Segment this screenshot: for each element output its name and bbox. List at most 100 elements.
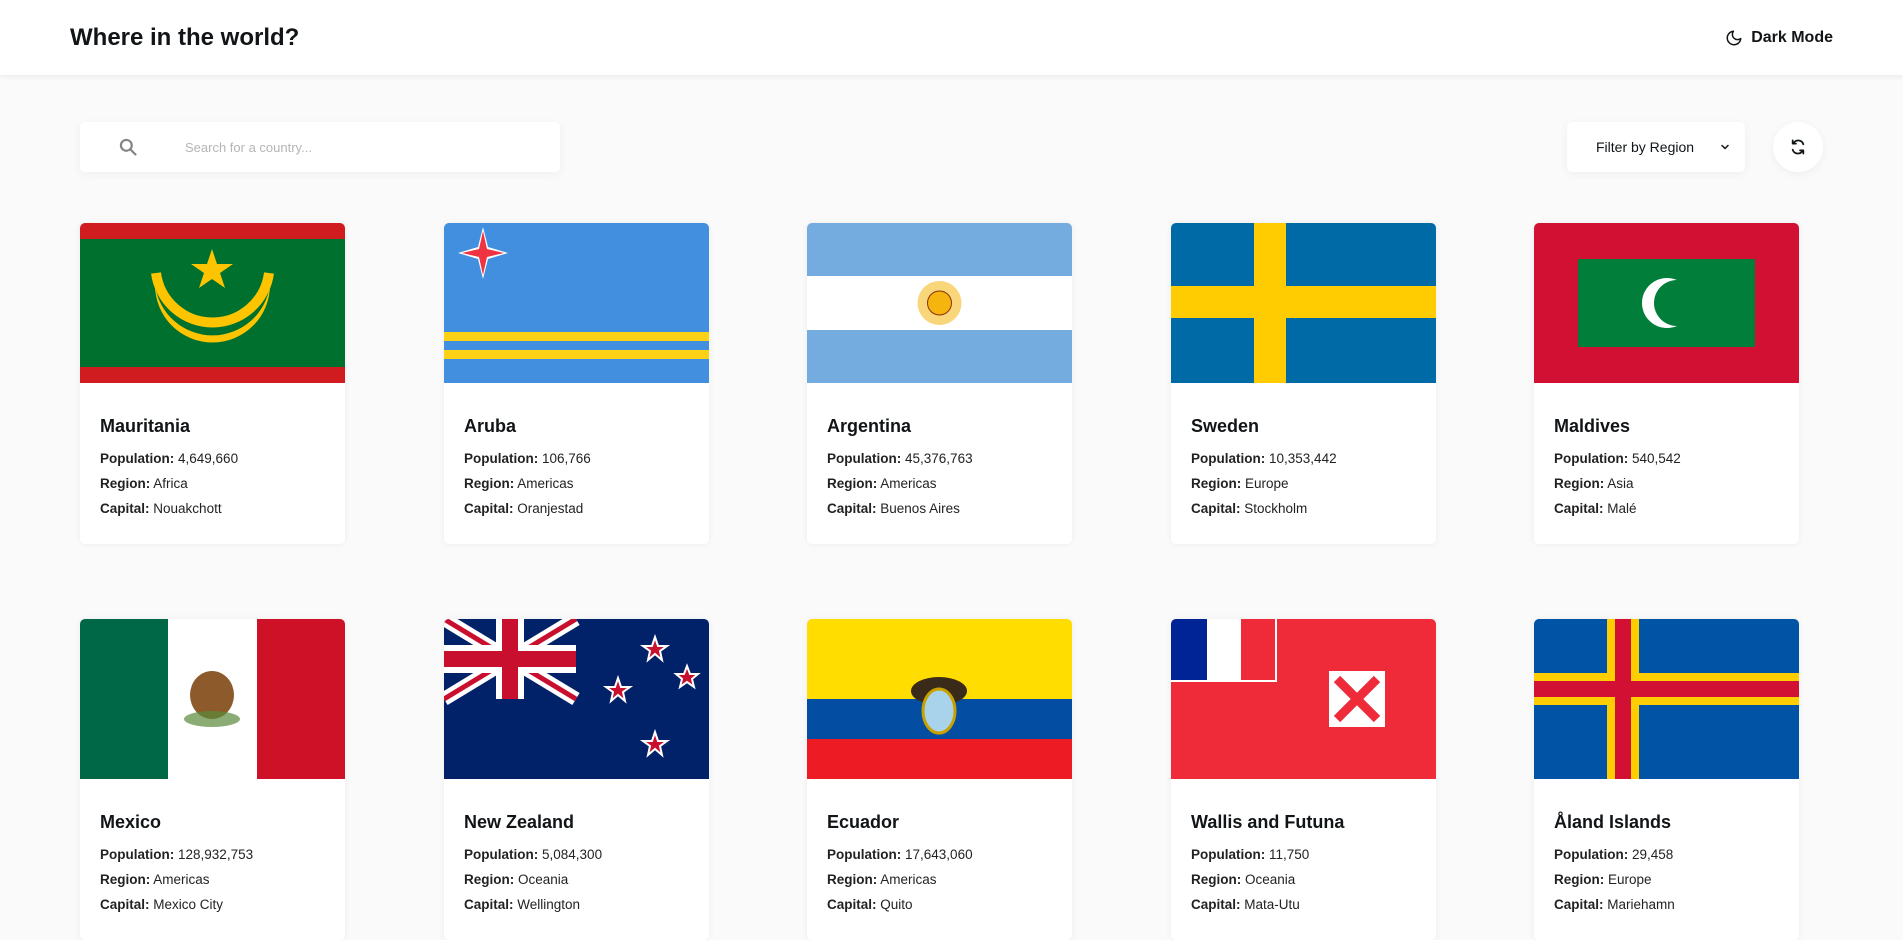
aruba-flag [444,223,709,383]
search-input[interactable] [185,139,505,155]
capital-value: Mariehamn [1607,897,1675,912]
population-row: Population: 10,353,442 [1191,451,1416,466]
region-value: Europe [1608,872,1652,887]
region-label: Region: [1554,476,1605,491]
region-filter-label: Filter by Region [1596,139,1695,155]
region-label: Region: [464,476,515,491]
argentina-flag [807,223,1072,383]
toolbar: Filter by Region [0,122,1903,172]
region-label: Region: [1191,872,1242,887]
population-row: Population: 128,932,753 [100,847,325,862]
ecuador-flag [807,619,1072,779]
country-name: New Zealand [464,812,575,832]
region-label: Region: [464,872,515,887]
capital-row: Capital: Buenos Aires [827,501,1052,516]
card-body: Sweden Population: 10,353,442 Region: Eu… [1171,383,1436,516]
country-card-aland-islands[interactable]: Åland Islands Population: 29,458 Region:… [1534,619,1799,940]
dark-mode-toggle[interactable]: Dark Mode [1725,29,1833,47]
population-value: 540,542 [1632,451,1681,466]
population-row: Population: 5,084,300 [464,847,689,862]
country-card-argentina[interactable]: Argentina Population: 45,376,763 Region:… [807,223,1072,544]
card-body: Wallis and Futuna Population: 11,750 Reg… [1171,779,1436,912]
country-name: Argentina [827,416,912,436]
capital-row: Capital: Oranjestad [464,501,689,516]
population-row: Population: 11,750 [1191,847,1416,862]
country-name: Aruba [464,416,517,436]
country-card-maldives[interactable]: Maldives Population: 540,542 Region: Asi… [1534,223,1799,544]
region-label: Region: [1191,476,1242,491]
capital-label: Capital: [1191,897,1241,912]
region-row: Region: Americas [464,476,689,491]
region-value: Americas [880,872,937,887]
population-label: Population: [1554,451,1629,466]
capital-value: Malé [1607,501,1637,516]
region-filter-select[interactable]: Filter by Region [1567,122,1745,172]
country-card-ecuador[interactable]: Ecuador Population: 17,643,060 Region: A… [807,619,1072,940]
population-value: 11,750 [1269,847,1310,862]
card-body: Maldives Population: 540,542 Region: Asi… [1534,383,1799,516]
region-row: Region: Oceania [464,872,689,887]
population-row: Population: 540,542 [1554,451,1779,466]
population-label: Population: [100,451,175,466]
capital-label: Capital: [1554,501,1604,516]
region-value: Asia [1607,476,1634,491]
search-box[interactable] [80,122,560,172]
region-row: Region: Africa [100,476,325,491]
sweden-flag [1171,223,1436,383]
capital-row: Capital: Quito [827,897,1052,912]
population-label: Population: [464,847,539,862]
region-row: Region: Oceania [1191,872,1416,887]
region-label: Region: [100,476,151,491]
capital-label: Capital: [464,897,514,912]
region-row: Region: Americas [827,476,1052,491]
region-label: Region: [100,872,151,887]
capital-label: Capital: [464,501,514,516]
region-row: Region: Americas [827,872,1052,887]
population-value: 10,353,442 [1269,451,1337,466]
region-value: Oceania [518,872,569,887]
card-body: Aruba Population: 106,766 Region: Americ… [444,383,709,516]
country-name: Wallis and Futuna [1191,812,1345,832]
card-body: New Zealand Population: 5,084,300 Region… [444,779,709,912]
capital-label: Capital: [827,501,877,516]
population-label: Population: [827,847,902,862]
country-card-aruba[interactable]: Aruba Population: 106,766 Region: Americ… [444,223,709,544]
capital-row: Capital: Mariehamn [1554,897,1779,912]
capital-row: Capital: Malé [1554,501,1779,516]
maldives-flag [1534,223,1799,383]
population-row: Population: 29,458 [1554,847,1779,862]
country-card-sweden[interactable]: Sweden Population: 10,353,442 Region: Eu… [1171,223,1436,544]
region-label: Region: [827,476,878,491]
region-row: Region: Americas [100,872,325,887]
capital-row: Capital: Mata-Utu [1191,897,1416,912]
site-title: Where in the world? [70,23,300,51]
population-row: Population: 45,376,763 [827,451,1052,466]
region-value: Africa [153,476,188,491]
population-label: Population: [827,451,902,466]
region-value: Oceania [1245,872,1296,887]
capital-row: Capital: Wellington [464,897,689,912]
country-card-new-zealand[interactable]: New Zealand Population: 5,084,300 Region… [444,619,709,940]
capital-label: Capital: [827,897,877,912]
country-card-wallis-and-futuna[interactable]: Wallis and Futuna Population: 11,750 Reg… [1171,619,1436,940]
population-value: 128,932,753 [178,847,254,862]
region-row: Region: Asia [1554,476,1779,491]
refresh-button[interactable] [1773,122,1823,172]
country-name: Mexico [100,812,162,832]
country-card-mauritania[interactable]: Mauritania Population: 4,649,660 Region:… [80,223,345,544]
card-body: Argentina Population: 45,376,763 Region:… [807,383,1072,516]
capital-value: Mata-Utu [1244,897,1300,912]
population-label: Population: [1191,451,1266,466]
new-zealand-flag [444,619,709,779]
mauritania-flag [80,223,345,383]
region-row: Region: Europe [1554,872,1779,887]
capital-label: Capital: [100,897,150,912]
search-icon [119,138,137,156]
card-body: Ecuador Population: 17,643,060 Region: A… [807,779,1072,912]
card-body: Mauritania Population: 4,649,660 Region:… [80,383,345,516]
aland-islands-flag [1534,619,1799,779]
dark-mode-label: Dark Mode [1751,28,1833,46]
country-card-mexico[interactable]: Mexico Population: 128,932,753 Region: A… [80,619,345,940]
capital-value: Quito [880,897,913,912]
population-label: Population: [1191,847,1266,862]
